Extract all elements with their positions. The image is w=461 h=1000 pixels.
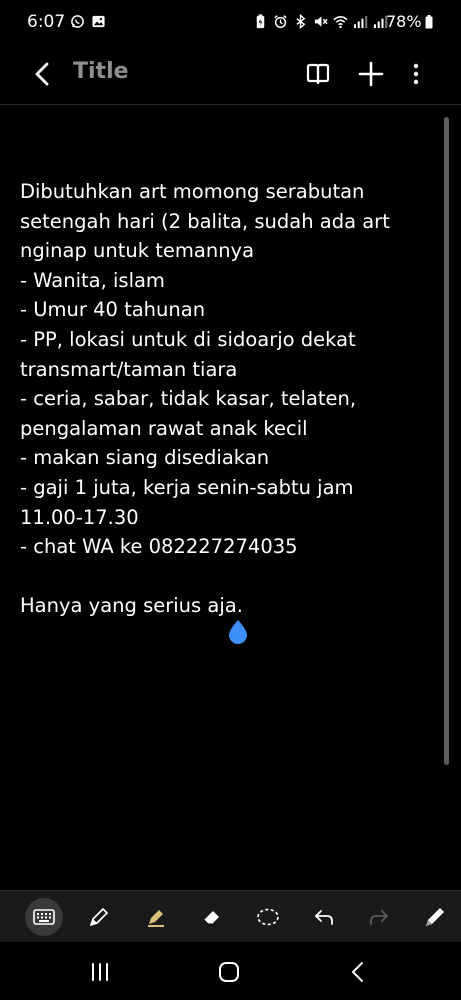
- highlighter-button[interactable]: [137, 898, 175, 936]
- navigation-bar: [0, 942, 461, 1000]
- undo-icon: [315, 910, 333, 925]
- redo-button[interactable]: [360, 898, 398, 936]
- keyboard-button[interactable]: [25, 898, 63, 936]
- whatsapp-icon: [71, 15, 84, 28]
- gallery-icon: [92, 15, 105, 28]
- battery-saver-icon: [256, 14, 265, 29]
- pen-settings-button[interactable]: [416, 898, 454, 936]
- highlighter-icon: [148, 910, 164, 927]
- signal-icon: [353, 15, 368, 29]
- alarm-icon: [274, 15, 287, 29]
- undo-button[interactable]: [305, 898, 343, 936]
- scrollbar[interactable]: [444, 117, 449, 765]
- lasso-button[interactable]: [249, 898, 287, 936]
- battery-percentage: 78%: [386, 12, 422, 31]
- wifi-icon: [333, 16, 348, 29]
- pen-icon: [90, 908, 108, 926]
- note-editor[interactable]: Dibutuhkan art momong serabutan setengah…: [0, 105, 461, 890]
- home-icon[interactable]: [215, 958, 243, 986]
- bluetooth-icon: [296, 14, 306, 29]
- pen-settings-icon: [426, 908, 444, 926]
- keyboard-icon: [33, 909, 55, 925]
- note-body-text[interactable]: Dibutuhkan art momong serabutan setengah…: [20, 177, 430, 621]
- recent-apps-icon[interactable]: [86, 958, 114, 986]
- page-title[interactable]: Title: [73, 59, 129, 84]
- add-icon[interactable]: [355, 58, 387, 90]
- mute-icon: [314, 16, 328, 27]
- redo-icon: [370, 910, 388, 925]
- text-cursor-handle[interactable]: [227, 619, 249, 645]
- book-icon[interactable]: [302, 58, 334, 90]
- status-left-icons: [70, 14, 106, 29]
- lasso-icon: [257, 908, 279, 926]
- eraser-button[interactable]: [193, 898, 231, 936]
- battery-icon: [425, 15, 433, 29]
- back-nav-icon[interactable]: [344, 958, 372, 986]
- status-right-icons: [253, 14, 388, 29]
- more-icon[interactable]: [400, 58, 432, 90]
- drawing-toolbar: [0, 890, 461, 943]
- pen-button[interactable]: [80, 898, 118, 936]
- status-bar: 6:07 78%: [0, 0, 461, 44]
- eraser-icon: [203, 911, 219, 925]
- app-bar: Title: [0, 44, 461, 105]
- back-icon[interactable]: [26, 58, 58, 90]
- status-time: 6:07: [27, 12, 66, 32]
